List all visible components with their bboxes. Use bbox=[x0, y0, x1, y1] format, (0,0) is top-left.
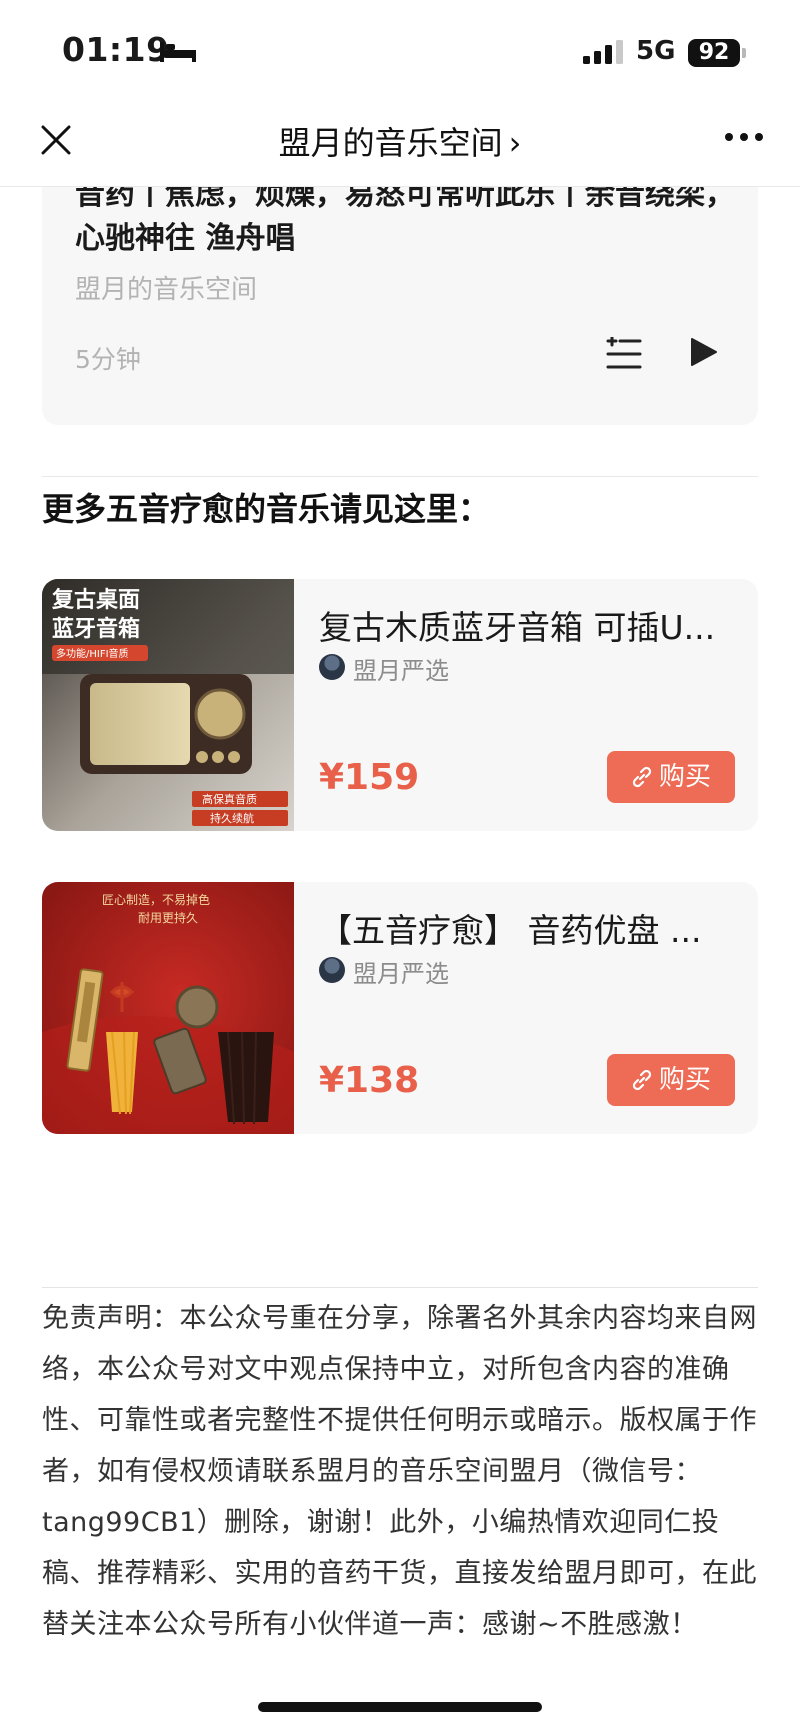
disclaimer-text: 免责声明：本公众号重在分享，除署名外其余内容均来自网络，本公众号对文中观点保持中… bbox=[42, 1303, 757, 1640]
home-indicator[interactable] bbox=[258, 1702, 542, 1712]
product-title: 【五音疗愈】 音药优盘 ... bbox=[319, 911, 702, 950]
image-badge1: 高保真音质 bbox=[202, 792, 257, 806]
image-line2: 耐用更持久 bbox=[138, 910, 198, 925]
image-line1: 复古桌面 bbox=[51, 587, 140, 613]
battery-indicator: 92 bbox=[688, 39, 740, 67]
shop-avatar bbox=[319, 957, 345, 983]
status-time: 01:19 bbox=[62, 30, 170, 69]
link-icon bbox=[632, 1069, 652, 1091]
add-to-playlist-icon[interactable] bbox=[606, 337, 642, 371]
buy-label: 购买 bbox=[658, 1065, 711, 1095]
product-image-speaker: 复古桌面 蓝牙音箱 多功能/HIFI音质 高保真音质 持久续航 bbox=[42, 579, 294, 831]
shop-name: 盟月严选 bbox=[353, 960, 449, 988]
section-divider bbox=[42, 476, 758, 477]
buy-button[interactable]: 购买 bbox=[607, 1054, 735, 1106]
product-price: ¥159 bbox=[319, 757, 420, 798]
section-heading: 更多五音疗愈的音乐请见这里： bbox=[42, 490, 491, 528]
image-line1: 匠心制造，不易掉色 bbox=[102, 893, 210, 907]
product-image-usb-drive: 匠心制造，不易掉色 耐用更持久 bbox=[42, 882, 294, 1134]
image-line2: 蓝牙音箱 bbox=[52, 616, 140, 642]
product-price: ¥138 bbox=[319, 1060, 420, 1101]
audio-duration: 5分钟 bbox=[75, 345, 141, 374]
shop-name: 盟月严选 bbox=[353, 657, 449, 685]
audio-author: 盟月的音乐空间 bbox=[75, 275, 258, 305]
cellular-signal-icon bbox=[583, 40, 623, 64]
buy-button[interactable]: 购买 bbox=[607, 751, 735, 803]
more-options-icon[interactable] bbox=[724, 132, 764, 142]
image-tag: 多功能/HIFI音质 bbox=[56, 647, 129, 660]
link-icon bbox=[632, 766, 652, 788]
account-name: 盟月的音乐空间 bbox=[278, 124, 503, 162]
product-title: 复古木质蓝牙音箱 可插U... bbox=[319, 608, 716, 647]
account-title-link[interactable]: 盟月的音乐空间 › bbox=[0, 118, 800, 164]
network-type: 5G bbox=[636, 36, 676, 66]
audio-card[interactable]: 音药丨焦虑，烦燥，易怒可常听此乐丨余音绕梁，心驰神往 渔舟唱 盟月的音乐空间 5… bbox=[42, 187, 758, 425]
audio-title: 音药丨焦虑，烦燥，易怒可常听此乐丨余音绕梁，心驰神往 渔舟唱 bbox=[75, 187, 735, 256]
chevron-right-icon: › bbox=[508, 124, 522, 162]
image-badge2: 持久续航 bbox=[210, 811, 254, 825]
sleep-focus-icon bbox=[160, 42, 196, 62]
product-card[interactable]: 匠心制造，不易掉色 耐用更持久 【五音疗愈】 音药优盘 ... 盟月严选 ¥13… bbox=[42, 882, 758, 1134]
buy-label: 购买 bbox=[658, 762, 711, 792]
disclaimer-divider bbox=[42, 1287, 758, 1288]
play-icon[interactable] bbox=[690, 337, 718, 367]
battery-tip bbox=[742, 48, 746, 58]
shop-avatar bbox=[319, 654, 345, 680]
product-card[interactable]: 复古桌面 蓝牙音箱 多功能/HIFI音质 高保真音质 持久续航 复古木质蓝牙音箱… bbox=[42, 579, 758, 831]
